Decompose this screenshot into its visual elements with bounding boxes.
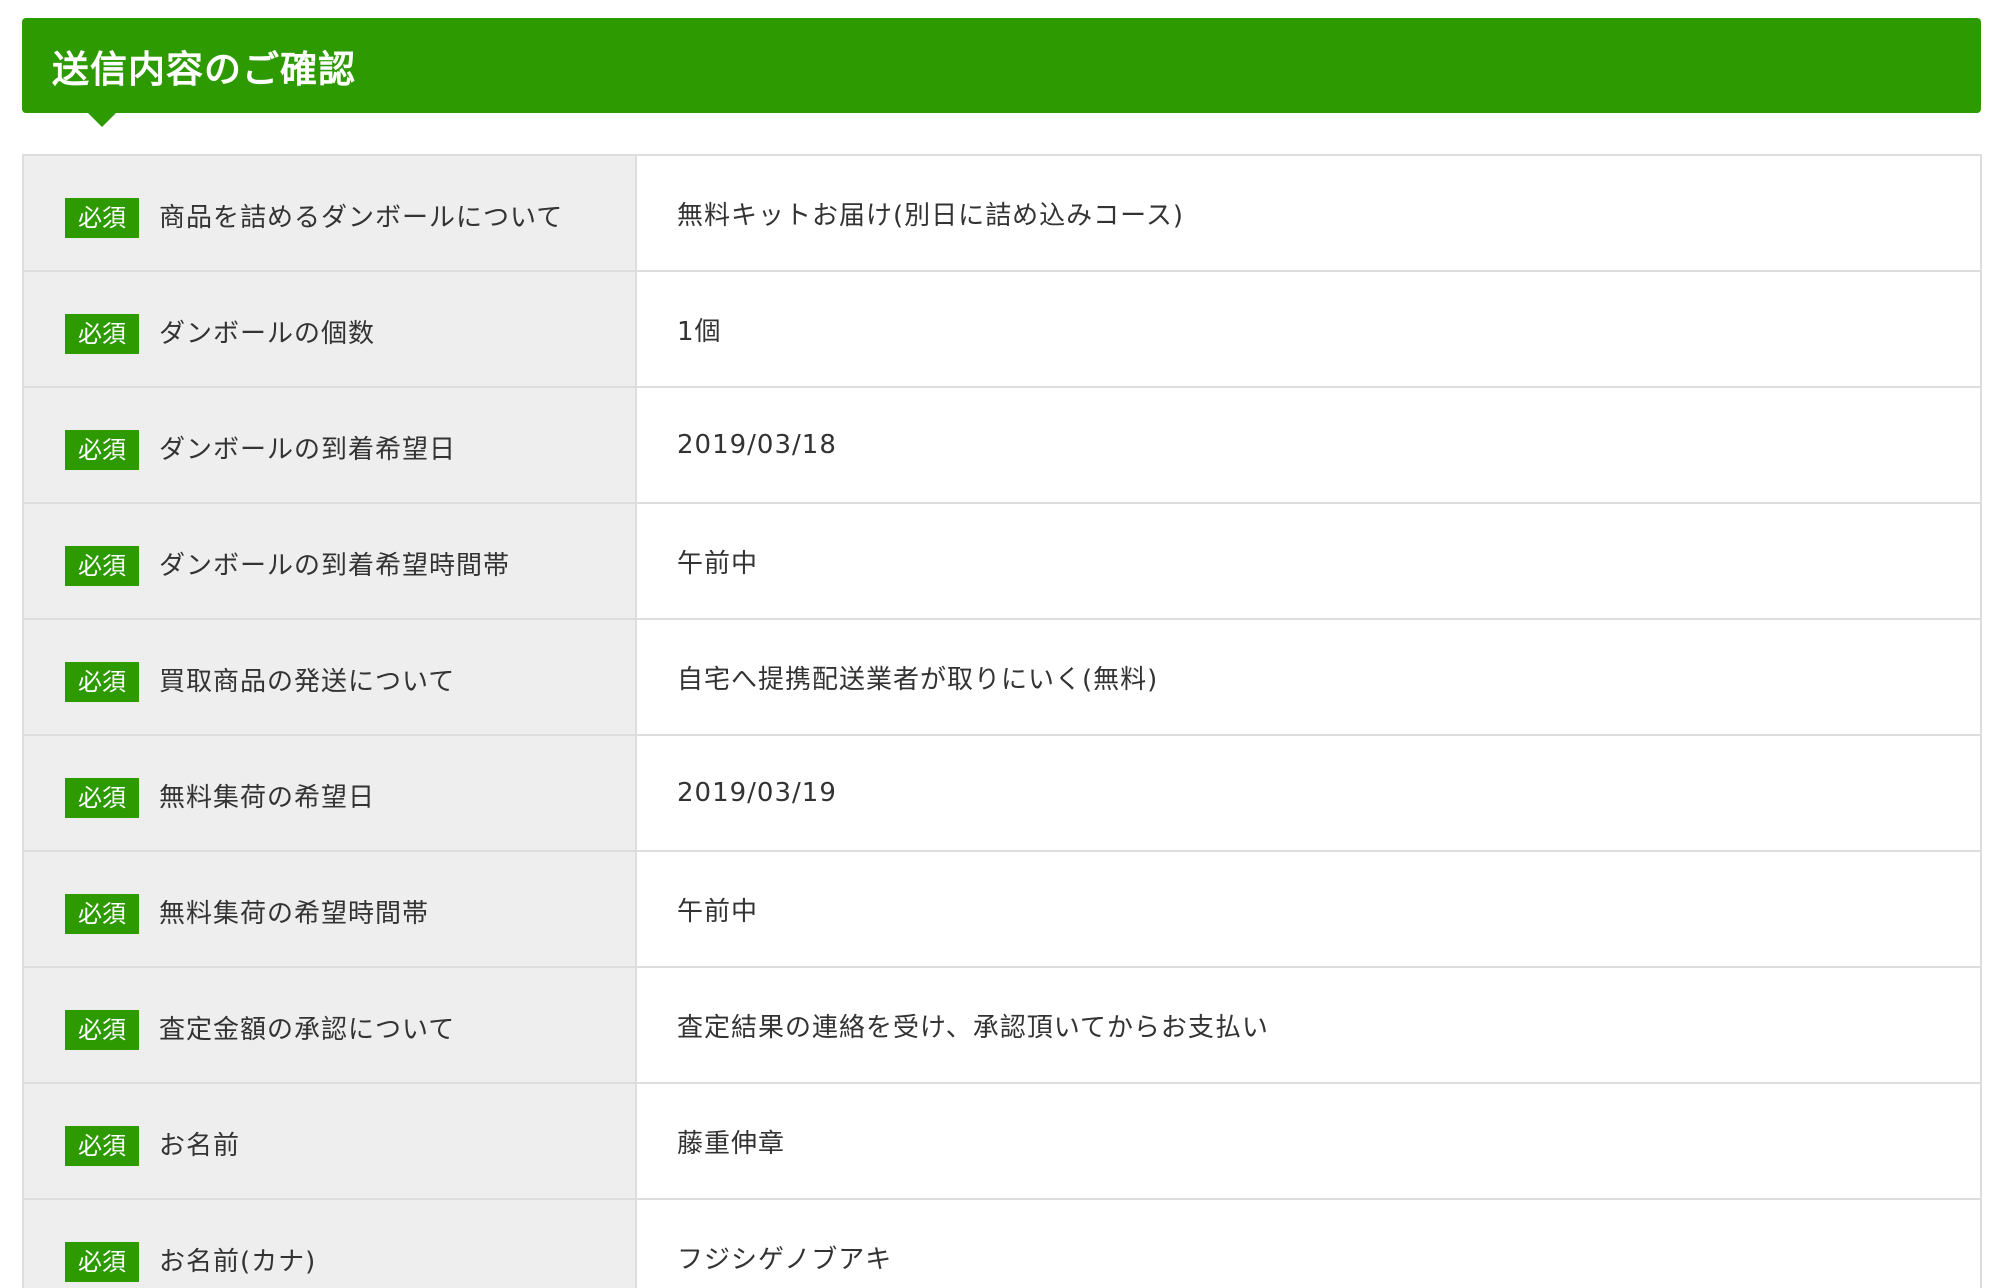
- field-value: 2019/03/18: [677, 430, 837, 460]
- field-value: フジシゲノブアキ: [677, 1244, 893, 1275]
- field-label-wrapper: 必須 買取商品の発送について: [24, 659, 635, 702]
- field-value-cell: 査定結果の連絡を受け、承認頂いてからお支払い: [635, 966, 1982, 1084]
- field-value-cell: 午前中: [635, 850, 1982, 968]
- section-header: 送信内容のご確認: [22, 18, 1981, 113]
- required-badge: 必須: [65, 1126, 139, 1166]
- field-label-cell: 必須 無料集荷の希望時間帯: [22, 850, 637, 968]
- field-value: 藤重伸章: [677, 1128, 786, 1159]
- table-row: 必須 無料集荷の希望日 2019/03/19: [22, 734, 1982, 852]
- field-label: お名前: [159, 1130, 241, 1161]
- field-label-cell: 必須 無料集荷の希望日: [22, 734, 637, 852]
- field-label-cell: 必須 ダンボールの個数: [22, 270, 637, 388]
- confirmation-table: 必須 商品を詰めるダンボールについて 無料キットお届け(別日に詰め込みコース) 必須ダ…: [22, 154, 1982, 1288]
- field-label-wrapper: 必須 お名前(カナ): [24, 1239, 635, 1282]
- field-label: ダンボールの個数: [159, 318, 376, 349]
- confirmation-table-body: 必須 商品を詰めるダンボールについて 無料キットお届け(別日に詰め込みコース) 必須ダ…: [22, 154, 1982, 1288]
- field-label-wrapper: 必須 査定金額の承認について: [24, 1007, 635, 1050]
- field-value: 2019/03/19: [677, 778, 837, 808]
- field-value-cell: 1個: [635, 270, 1982, 388]
- field-value: 無料キットお届け(別日に詰め込みコース): [677, 200, 1184, 231]
- table-row: 必須 商品を詰めるダンボールについて 無料キットお届け(別日に詰め込みコース): [22, 154, 1982, 272]
- field-value: 査定結果の連絡を受け、承認頂いてからお支払い: [677, 1012, 1269, 1043]
- page-title: 送信内容のご確認: [52, 47, 356, 91]
- field-label: 商品を詰めるダンボールについて: [159, 202, 564, 233]
- table-row: 必須 ダンボールの到着希望時間帯 午前中: [22, 502, 1982, 620]
- field-label-wrapper: 必須 ダンボールの到着希望時間帯: [24, 543, 635, 586]
- field-value-cell: 午前中: [635, 502, 1982, 620]
- field-label-cell: 必須 商品を詰めるダンボールについて: [22, 154, 637, 272]
- table-row: 必須 ダンボールの個数 1個: [22, 270, 1982, 388]
- table-row: 必須 査定金額の承認について 査定結果の連絡を受け、承認頂いてからお支払い: [22, 966, 1982, 1084]
- field-value-cell: 2019/03/19: [635, 734, 1982, 852]
- field-label-wrapper: 必須 商品を詰めるダンボールについて: [24, 195, 635, 238]
- field-value-cell: 藤重伸章: [635, 1082, 1982, 1200]
- table-row: 必須 無料集荷の希望時間帯 午前中: [22, 850, 1982, 968]
- field-value-cell: フジシゲノブアキ: [635, 1198, 1982, 1288]
- field-label: ダンボールの到着希望時間帯: [159, 550, 511, 581]
- field-label: 買取商品の発送について: [159, 666, 456, 697]
- required-badge: 必須: [65, 198, 139, 238]
- header-pointer: [86, 111, 118, 127]
- required-badge: 必須: [65, 894, 139, 934]
- field-label: 無料集荷の希望日: [159, 782, 376, 813]
- field-value: 1個: [677, 316, 722, 347]
- field-value-cell: 2019/03/18: [635, 386, 1982, 504]
- field-label-wrapper: 必須 無料集荷の希望時間帯: [24, 891, 635, 934]
- required-badge: 必須: [65, 314, 139, 354]
- field-label-wrapper: 必須 ダンボールの個数: [24, 311, 635, 354]
- field-value: 午前中: [677, 548, 759, 579]
- field-label-wrapper: 必須 ダンボールの到着希望日: [24, 427, 635, 470]
- required-badge: 必須: [65, 430, 139, 470]
- field-label-cell: 必須 ダンボールの到着希望時間帯: [22, 502, 637, 620]
- required-badge: 必須: [65, 546, 139, 586]
- field-label-wrapper: 必須 お名前: [24, 1123, 635, 1166]
- table-row: 必須 お名前(カナ) フジシゲノブアキ: [22, 1198, 1982, 1288]
- required-badge: 必須: [65, 1010, 139, 1050]
- field-value-cell: 自宅へ提携配送業者が取りにいく(無料): [635, 618, 1982, 736]
- table-row: 必須 ダンボールの到着希望日 2019/03/18: [22, 386, 1982, 504]
- field-label-wrapper: 必須 無料集荷の希望日: [24, 775, 635, 818]
- field-value: 自宅へ提携配送業者が取りにいく(無料): [677, 664, 1159, 695]
- required-badge: 必須: [65, 1242, 139, 1282]
- field-label-cell: 必須 お名前(カナ): [22, 1198, 637, 1288]
- field-value-cell: 無料キットお届け(別日に詰め込みコース): [635, 154, 1982, 272]
- required-badge: 必須: [65, 662, 139, 702]
- confirmation-page: 送信内容のご確認 必須 商品を詰めるダンボールについて 無料キットお届け(別日に詰め…: [0, 0, 1998, 1288]
- field-label-cell: 必須 買取商品の発送について: [22, 618, 637, 736]
- required-badge: 必須: [65, 778, 139, 818]
- field-value: 午前中: [677, 896, 759, 927]
- field-label: お名前(カナ): [159, 1246, 317, 1277]
- field-label-cell: 必須 お名前: [22, 1082, 637, 1200]
- field-label: ダンボールの到着希望日: [159, 434, 457, 465]
- field-label: 無料集荷の希望時間帯: [159, 898, 430, 929]
- field-label-cell: 必須 ダンボールの到着希望日: [22, 386, 637, 504]
- field-label: 査定金額の承認について: [159, 1014, 456, 1045]
- field-label-cell: 必須 査定金額の承認について: [22, 966, 637, 1084]
- table-row: 必須 買取商品の発送について 自宅へ提携配送業者が取りにいく(無料): [22, 618, 1982, 736]
- table-row: 必須 お名前 藤重伸章: [22, 1082, 1982, 1200]
